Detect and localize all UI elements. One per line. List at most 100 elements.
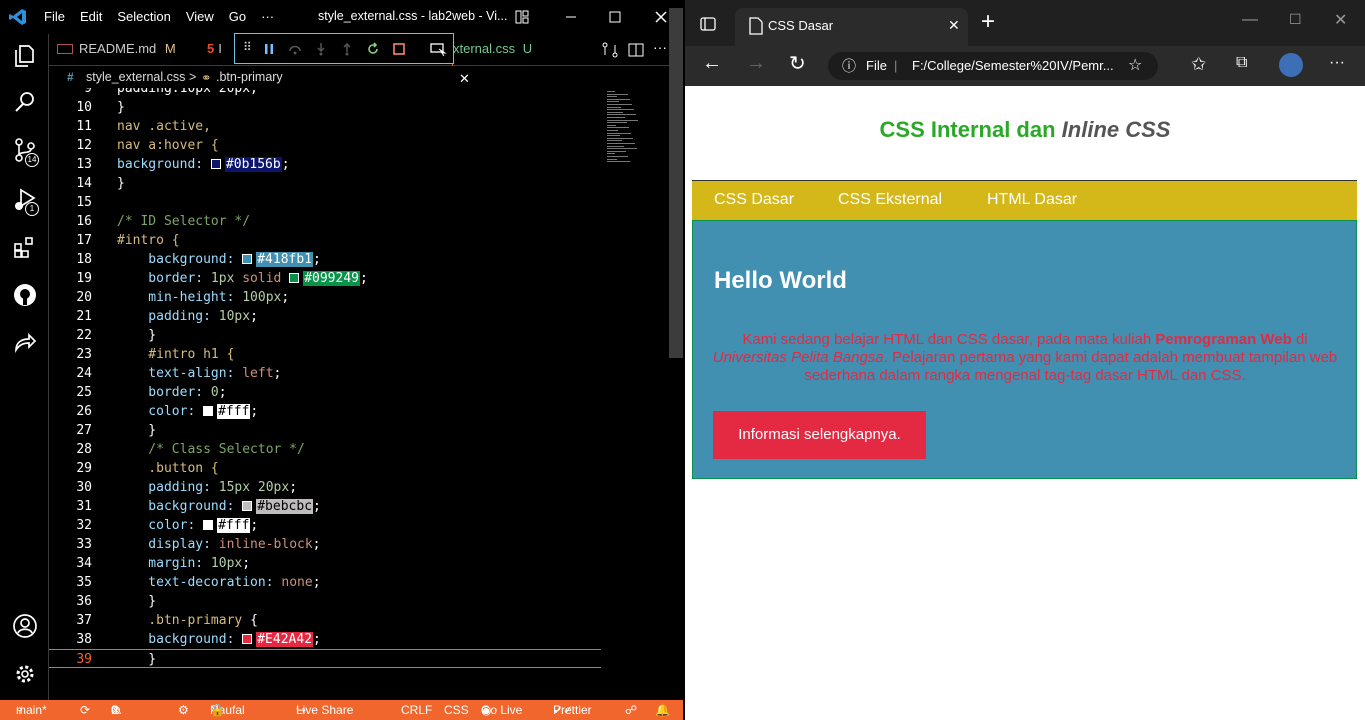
color-swatch[interactable] bbox=[242, 501, 253, 511]
minimap[interactable] bbox=[605, 88, 671, 168]
code-line[interactable]: 34 margin: 10px; bbox=[49, 554, 601, 573]
browser-maximize-icon[interactable]: ☐ bbox=[1289, 11, 1302, 28]
code-line[interactable]: 23 #intro h1 { bbox=[49, 345, 601, 364]
code-line[interactable]: 9 padding:10px 20px; bbox=[49, 88, 601, 98]
color-swatch[interactable] bbox=[242, 634, 253, 644]
code-line[interactable]: 10} bbox=[49, 98, 601, 117]
language-status[interactable]: CSS bbox=[444, 700, 469, 720]
code-line[interactable]: 37 .btn-primary { bbox=[49, 611, 601, 630]
code-line[interactable]: 21 padding: 10px; bbox=[49, 307, 601, 326]
code-line[interactable]: 22 } bbox=[49, 326, 601, 345]
code-line[interactable]: 27 } bbox=[49, 421, 601, 440]
url-bar[interactable]: ⓘ File | F:/College/Semester%20IV/Pemr..… bbox=[828, 52, 1158, 80]
stop-icon[interactable] bbox=[391, 41, 407, 57]
debug-status-icon[interactable]: ⚙ bbox=[178, 700, 189, 720]
favorites-icon[interactable]: ✩ bbox=[1191, 54, 1206, 75]
code-line[interactable]: 31 background: #bebcbc; bbox=[49, 497, 601, 516]
layout-icon[interactable] bbox=[511, 6, 533, 28]
color-swatch[interactable] bbox=[203, 406, 214, 416]
feedback-icon[interactable]: ☍ bbox=[625, 700, 637, 720]
drag-handle-icon[interactable]: ⠿ bbox=[243, 40, 252, 54]
split-editor-icon[interactable] bbox=[626, 40, 646, 60]
breadcrumb-file[interactable]: style_external.css bbox=[86, 70, 185, 84]
code-line[interactable]: 38 background: #E42A42; bbox=[49, 630, 601, 649]
back-icon[interactable]: ← bbox=[702, 52, 722, 75]
code-editor[interactable]: 9 padding:10px 20px; 10} 11 nav .active, 12 na… bbox=[49, 88, 683, 699]
minimize-icon[interactable] bbox=[560, 6, 582, 28]
more-actions-icon[interactable]: ··· bbox=[653, 39, 667, 55]
browser-tab-close-icon[interactable]: ✕ bbox=[948, 17, 960, 34]
restart-icon[interactable] bbox=[365, 41, 381, 57]
code-line[interactable]: 25 border: 0; bbox=[49, 383, 601, 402]
menu-file[interactable]: File bbox=[44, 9, 65, 24]
tab-html[interactable]: 5I bbox=[207, 34, 237, 66]
browser-tab[interactable]: CSS Dasar ✕ bbox=[735, 8, 968, 46]
code-line[interactable]: 39 } bbox=[49, 649, 601, 668]
breadcrumb-selector[interactable]: .btn-primary bbox=[216, 70, 283, 84]
code-line[interactable]: 15 bbox=[49, 193, 601, 212]
favorite-add-icon[interactable]: ☆ bbox=[1128, 52, 1142, 80]
code-line[interactable]: 11 nav .active, bbox=[49, 117, 601, 136]
menu-go[interactable]: Go bbox=[229, 9, 246, 24]
notifications-icon[interactable]: 🔔 bbox=[655, 700, 670, 720]
info-button[interactable]: Informasi selengkapnya. bbox=[713, 411, 926, 459]
code-line[interactable]: 35 text-decoration: none; bbox=[49, 573, 601, 592]
search-icon[interactable] bbox=[12, 89, 38, 115]
nav-link-css-eksternal[interactable]: CSS Eksternal bbox=[838, 191, 942, 209]
code-line[interactable]: 12 nav a:hover { bbox=[49, 136, 601, 155]
nav-link-css-dasar[interactable]: CSS Dasar bbox=[714, 191, 794, 209]
profile-avatar[interactable] bbox=[1279, 53, 1303, 77]
color-swatch[interactable] bbox=[289, 273, 300, 283]
code-line[interactable]: 26 color: #fff; bbox=[49, 402, 601, 421]
color-swatch[interactable] bbox=[203, 520, 214, 530]
code-line[interactable]: 18 background: #418fb1; bbox=[49, 250, 601, 269]
code-line[interactable]: 36 } bbox=[49, 592, 601, 611]
menu-selection[interactable]: Selection bbox=[117, 9, 170, 24]
tab-readme[interactable]: README.md M bbox=[57, 34, 207, 66]
code-line[interactable]: 33 display: inline-block; bbox=[49, 535, 601, 554]
code-line[interactable]: 17 #intro { bbox=[49, 231, 601, 250]
explorer-icon[interactable] bbox=[12, 43, 38, 69]
nav-link-html-dasar[interactable]: HTML Dasar bbox=[987, 191, 1077, 209]
refresh-icon[interactable]: ↻ bbox=[789, 51, 806, 76]
menu-more[interactable]: ··· bbox=[261, 9, 274, 24]
code-line[interactable]: 28 /* Class Selector */ bbox=[49, 440, 601, 459]
maximize-icon[interactable] bbox=[604, 6, 626, 28]
step-out-icon[interactable] bbox=[339, 41, 355, 57]
collections-icon[interactable]: ⧉ bbox=[1236, 54, 1247, 72]
live-share-icon[interactable] bbox=[12, 330, 38, 356]
tab-style-external[interactable]: xternal.css U ✕ bbox=[452, 34, 552, 86]
extensions-icon[interactable] bbox=[12, 234, 38, 260]
tab-actions-icon[interactable] bbox=[699, 15, 717, 33]
code-line[interactable]: 24 text-align: left; bbox=[49, 364, 601, 383]
color-swatch[interactable] bbox=[242, 254, 253, 264]
github-icon[interactable] bbox=[12, 282, 38, 308]
code-line[interactable]: 14} bbox=[49, 174, 601, 193]
settings-gear-icon[interactable] bbox=[12, 661, 38, 687]
account-icon[interactable] bbox=[12, 613, 38, 639]
code-line[interactable]: 20 min-height: 100px; bbox=[49, 288, 601, 307]
code-line[interactable]: 16 /* ID Selector */ bbox=[49, 212, 601, 231]
editor-scrollbar[interactable] bbox=[669, 8, 683, 358]
code-line[interactable]: 19 border: 1px solid #099249; bbox=[49, 269, 601, 288]
forward-icon[interactable]: → bbox=[746, 52, 766, 75]
browser-close-icon[interactable]: ✕ bbox=[1334, 10, 1347, 30]
pause-icon[interactable] bbox=[261, 41, 277, 57]
code-line[interactable]: 30 padding: 15px 20px; bbox=[49, 478, 601, 497]
step-into-icon[interactable] bbox=[313, 41, 329, 57]
color-swatch[interactable] bbox=[210, 159, 221, 169]
line-code: padding:10px 20px; bbox=[117, 88, 258, 98]
sync-icon[interactable]: ⟳ bbox=[80, 700, 90, 720]
step-over-icon[interactable] bbox=[287, 41, 303, 57]
browser-menu-icon[interactable]: ··· bbox=[1329, 54, 1345, 72]
code-line[interactable]: 32 color: #fff; bbox=[49, 516, 601, 535]
new-tab-icon[interactable]: + bbox=[981, 10, 995, 34]
browser-minimize-icon[interactable]: — bbox=[1242, 11, 1258, 29]
code-line[interactable]: 13 background: #0b156b; bbox=[49, 155, 601, 174]
menu-edit[interactable]: Edit bbox=[80, 9, 102, 24]
open-changes-icon[interactable] bbox=[600, 40, 620, 60]
menu-view[interactable]: View bbox=[186, 9, 214, 24]
inspect-icon[interactable] bbox=[429, 41, 447, 57]
code-line[interactable]: 29 .button { bbox=[49, 459, 601, 478]
eol-status[interactable]: CRLF bbox=[401, 700, 432, 720]
